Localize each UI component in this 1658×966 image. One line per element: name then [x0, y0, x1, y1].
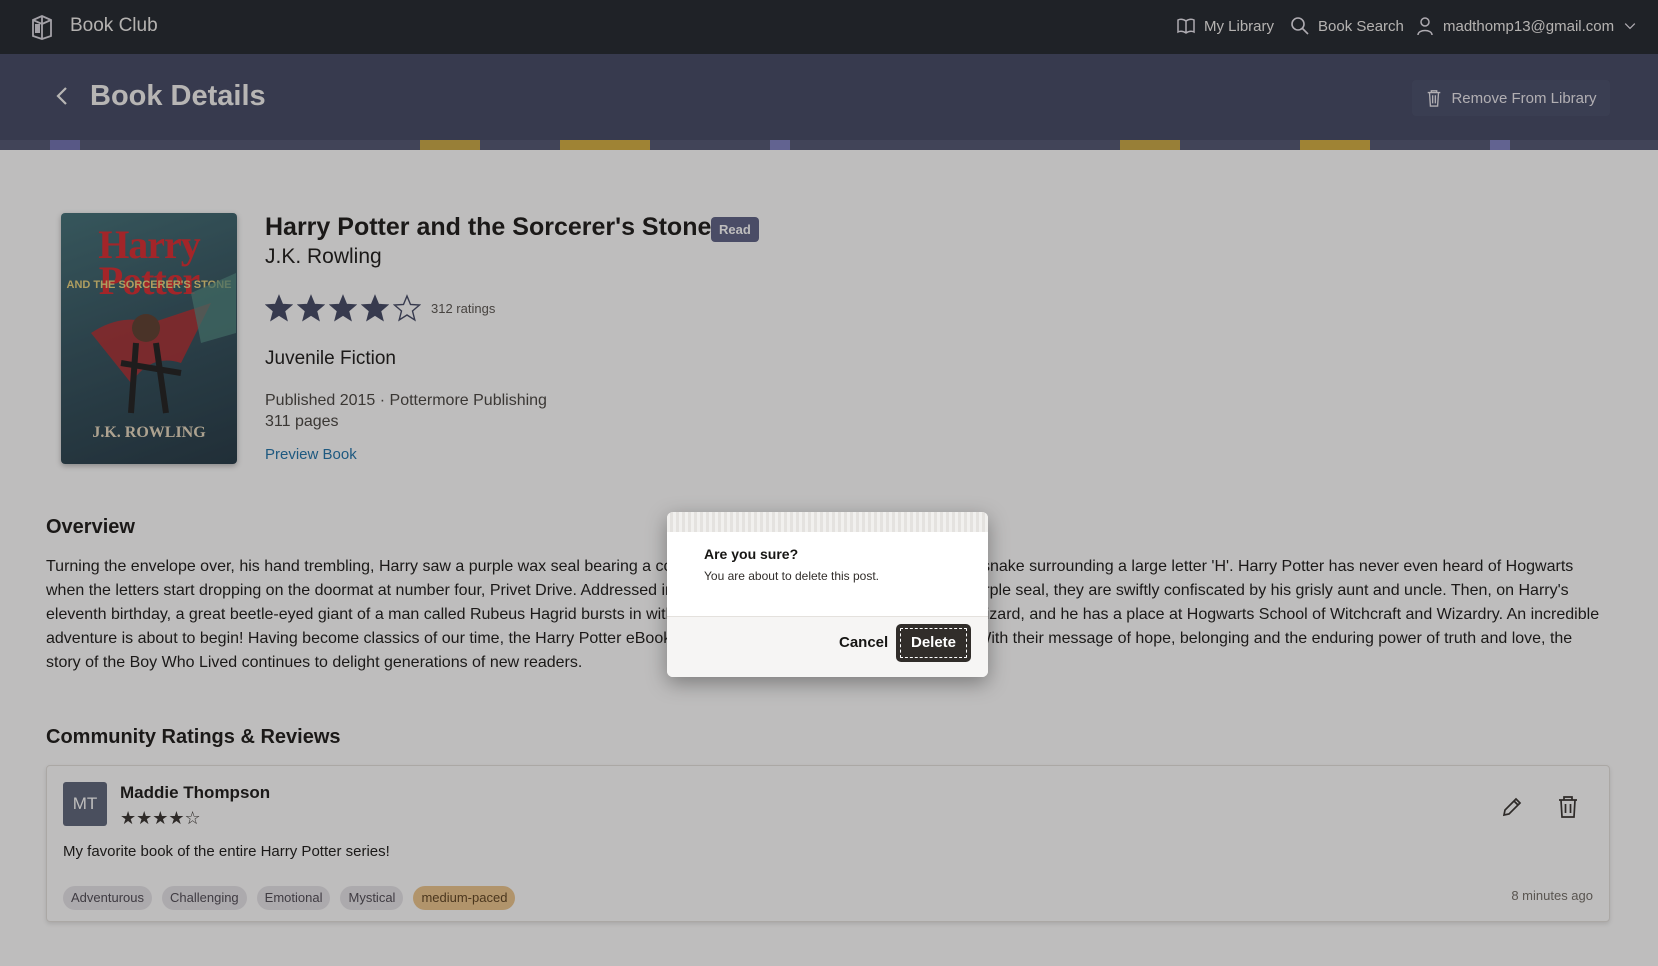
- delete-button[interactable]: Delete: [897, 625, 970, 661]
- modal-backdrop[interactable]: [0, 0, 1658, 966]
- dialog-title: Are you sure?: [704, 546, 799, 562]
- confirm-delete-dialog: Are you sure? You are about to delete th…: [667, 512, 988, 677]
- dialog-header-strip: [667, 512, 988, 532]
- dialog-message: You are about to delete this post.: [704, 569, 880, 583]
- cancel-button[interactable]: Cancel: [833, 625, 894, 661]
